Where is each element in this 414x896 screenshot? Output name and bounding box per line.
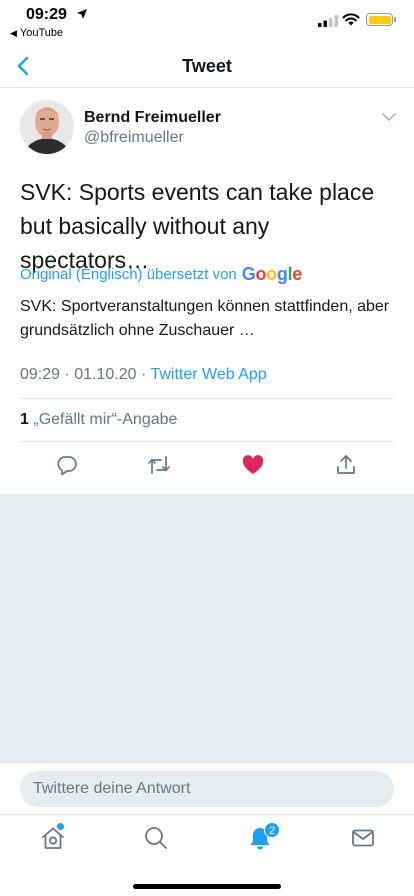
battery-icon [366, 13, 393, 26]
like-icon[interactable] [241, 453, 265, 477]
reply-input[interactable] [20, 771, 394, 807]
reply-icon[interactable] [55, 453, 79, 477]
tweet-meta: 09:29 · 01.10.20 · Twitter Web App [20, 366, 267, 384]
page-title: Tweet [182, 56, 232, 76]
search-icon[interactable] [143, 825, 169, 851]
translated-text: SVK: Sportveranstaltungen können stattfi… [20, 298, 390, 339]
reply-bar [0, 762, 414, 814]
back-to-app-link[interactable]: ◀ YouTube [10, 27, 63, 39]
signal-icon [318, 15, 338, 27]
like-count: 1 [20, 411, 29, 428]
divider [20, 441, 394, 442]
tweet-source[interactable]: Twitter Web App [150, 366, 266, 383]
home-unread-dot [57, 823, 64, 830]
home-indicator [133, 884, 281, 889]
avatar-image [20, 100, 74, 154]
tweet-text: SVK: Sports events can take place but ba… [20, 179, 375, 273]
wifi-icon [342, 13, 360, 26]
like-label: „Gefällt mir“-Angabe [33, 411, 178, 428]
notification-badge: 2 [264, 822, 280, 838]
likes-summary[interactable]: 1 „Gefällt mir“-Angabe [20, 411, 177, 429]
status-bar: 09:29 ◀ YouTube [0, 0, 414, 44]
navigation-header: Tweet [0, 44, 414, 88]
empty-replies-area [0, 494, 414, 762]
author-name[interactable]: Bernd Freimueller [84, 109, 221, 127]
avatar[interactable] [20, 100, 74, 154]
tab-bar: 2 [0, 814, 414, 896]
back-triangle-icon: ◀ [10, 28, 17, 38]
google-logo: Google [241, 264, 303, 284]
author-handle[interactable]: @bfreimueller [84, 129, 184, 147]
retweet-icon[interactable] [147, 453, 171, 477]
messages-icon[interactable] [350, 825, 376, 851]
tweet-actions [0, 445, 414, 483]
divider [20, 398, 394, 399]
status-time: 09:29 [26, 6, 67, 23]
back-app-label: YouTube [19, 27, 64, 39]
translation-label: Original (Englisch) übersetzt von [20, 266, 237, 283]
share-icon[interactable] [334, 453, 358, 477]
tweet-detail: Bernd Freimueller @bfreimueller SVK: Spo… [0, 89, 414, 494]
location-arrow-icon [77, 9, 87, 19]
caret-down-icon[interactable] [381, 111, 397, 123]
translation-attribution[interactable]: Original (Englisch) übersetzt von Google [20, 264, 302, 285]
tweet-timestamp: 09:29 · 01.10.20 · [20, 366, 151, 383]
battery-cap [394, 17, 396, 22]
